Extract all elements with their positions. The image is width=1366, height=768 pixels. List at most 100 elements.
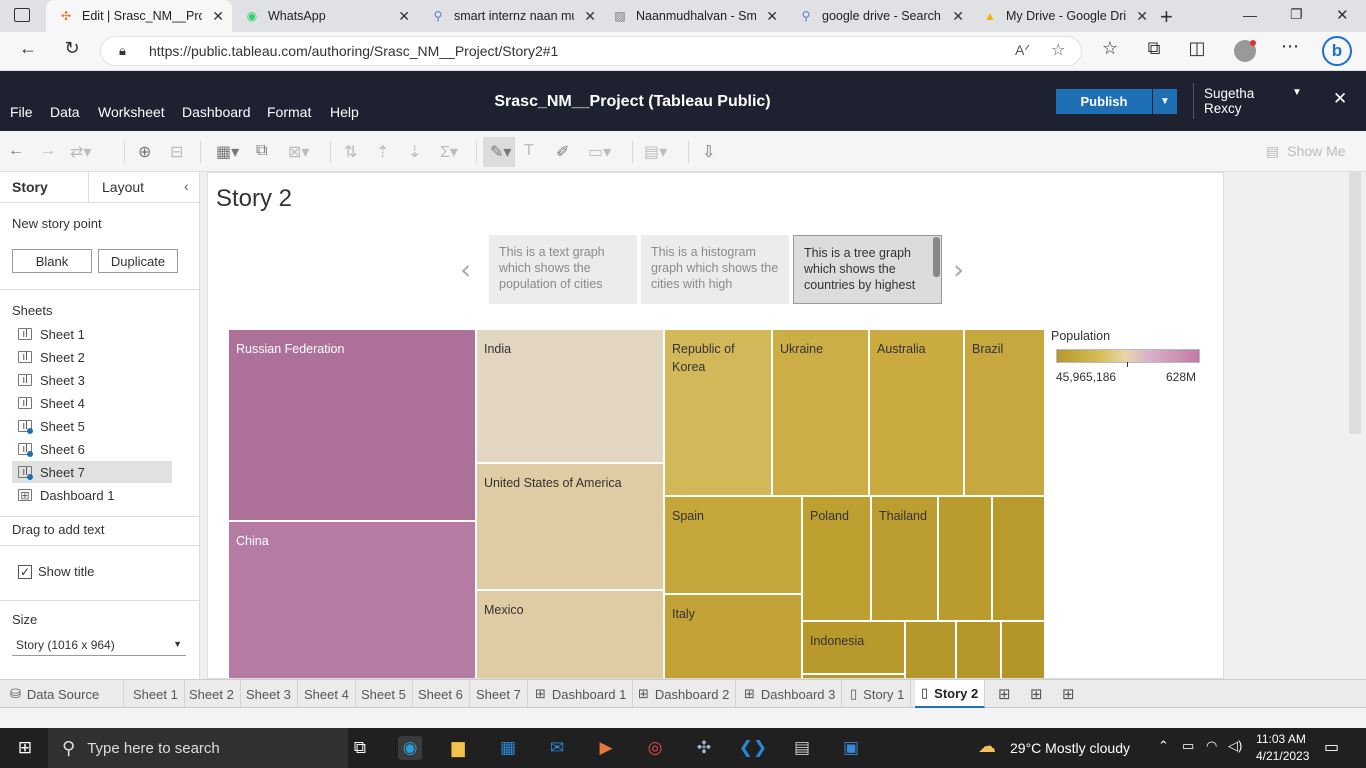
tab-dashboard-2[interactable]: ⊞ Dashboard 2 (632, 680, 737, 708)
user-menu[interactable]: Sugetha Rexcy (1204, 86, 1254, 116)
sheet-item-2[interactable]: ıl Sheet 2 (12, 346, 172, 368)
tab-sheet-2[interactable]: Sheet 2 (183, 680, 241, 708)
blank-button[interactable]: Blank (12, 249, 92, 273)
new-worksheet-icon[interactable]: ▦▾ (216, 142, 239, 162)
read-aloud-icon[interactable]: Aᐟ (1015, 42, 1030, 59)
sheet-item-7[interactable]: ıl Sheet 7 (12, 461, 172, 483)
format-icon[interactable]: ✐ (556, 142, 569, 162)
treemap-cell-australia[interactable]: Australia (869, 329, 964, 496)
battery-icon[interactable]: ▭ (1182, 738, 1194, 754)
treemap-cell-republic-of-korea[interactable]: Republic of Korea (664, 329, 772, 496)
labels-icon[interactable]: T (524, 142, 534, 160)
favorite-add-icon[interactable]: ☆ (1051, 40, 1065, 60)
tab-story-2[interactable]: ▯ Story 2 (915, 680, 986, 708)
bing-icon[interactable]: b (1322, 36, 1352, 66)
replay-icon[interactable]: ⇄▾ (70, 142, 91, 162)
highlight-icon[interactable]: ✎▾ (490, 142, 511, 162)
undo-icon[interactable]: ← (8, 142, 24, 160)
taskbar-search-box[interactable]: ⚲ Type here to search (48, 728, 348, 768)
tableau-app-icon[interactable]: ✣ (692, 736, 716, 760)
photos-icon[interactable]: ▣ (839, 736, 863, 760)
menu-help[interactable]: Help (330, 104, 359, 120)
file-explorer-icon[interactable]: ▆ (446, 736, 470, 760)
color-legend[interactable]: Population 45,965,186 628M (1051, 329, 1211, 384)
tab-sheet-6[interactable]: Sheet 6 (412, 680, 470, 708)
swap-icon[interactable]: ⇅ (344, 142, 357, 162)
store-icon[interactable]: ▦ (496, 736, 520, 760)
sort-ascending-icon[interactable]: ⇡ (376, 142, 389, 162)
treemap-cell[interactable] (992, 496, 1045, 621)
collections-icon[interactable]: ⧉ (1140, 38, 1168, 59)
show-me-button[interactable]: ▤ Show Me (1266, 143, 1346, 160)
treemap-cell-russian-federation[interactable]: Russian Federation (228, 329, 476, 521)
close-tab-icon[interactable]: ✕ (952, 8, 964, 25)
browser-essentials-icon[interactable]: ◫ (1183, 38, 1211, 59)
tab-sheet-7[interactable]: Sheet 7 (470, 680, 528, 708)
duplicate-sheet-icon[interactable]: ⧉ (256, 142, 267, 160)
menu-data[interactable]: Data (50, 104, 80, 120)
browser-tab-naanmudhalvan[interactable]: ▨ Naanmudhalvan - Sma ✕ (600, 0, 786, 32)
tab-sheet-5[interactable]: Sheet 5 (355, 680, 413, 708)
close-tab-icon[interactable]: ✕ (1136, 8, 1148, 25)
edge-icon[interactable]: ◉ (398, 736, 422, 760)
new-data-source-icon[interactable]: ⊕ (138, 142, 151, 162)
browser-tab-search[interactable]: ⚲ smart internz naan mu ✕ (418, 0, 604, 32)
sheet-item-6[interactable]: ıl Sheet 6 (12, 438, 172, 460)
tab-story[interactable]: Story (12, 172, 48, 202)
close-editor-icon[interactable]: ✕ (1333, 89, 1347, 109)
dashboard-item-1[interactable]: ⊞ Dashboard 1 (12, 484, 172, 506)
tab-actions-icon[interactable] (14, 8, 30, 22)
document-icon[interactable]: ▤ (790, 736, 814, 760)
treemap-cell-thailand[interactable]: Thailand (871, 496, 938, 621)
browser-tab-tableau[interactable]: ✣ Edit | Srasc_NM__Proje ✕ (46, 0, 232, 32)
menu-dashboard[interactable]: Dashboard (182, 104, 251, 120)
clock[interactable]: 11:03 AM 4/21/2023 (1256, 731, 1309, 765)
url-field[interactable]: 🔒︎ https://public.tableau.com/authoring/… (100, 36, 1082, 66)
next-story-point-icon[interactable]: › (953, 253, 964, 286)
sheet-item-4[interactable]: ıl Sheet 4 (12, 392, 172, 414)
vscode-icon[interactable]: ❮❯ (739, 736, 768, 760)
close-tab-icon[interactable]: ✕ (212, 8, 224, 25)
sheet-item-5[interactable]: ıl Sheet 5 (12, 415, 172, 437)
download-icon[interactable]: ⇩ (702, 142, 715, 162)
collapse-pane-icon[interactable]: ‹ (184, 178, 189, 194)
publish-button[interactable]: Publish (1056, 89, 1152, 114)
more-options-icon[interactable]: ⋯ (1276, 36, 1304, 57)
windows-start-icon[interactable]: ⊞ (13, 736, 37, 760)
new-dashboard-tab-icon[interactable]: ⊞ (1030, 685, 1043, 703)
story-point-2[interactable]: This is a histogram graph which shows th… (641, 235, 789, 304)
user-dropdown-icon[interactable]: ▼ (1292, 87, 1302, 98)
minimize-icon[interactable]: — (1243, 7, 1257, 23)
previous-story-point-icon[interactable]: ‹ (460, 253, 471, 286)
story-title[interactable]: Story 2 (216, 185, 292, 213)
story-point-3[interactable]: This is a tree graph which shows the cou… (793, 235, 942, 304)
sheet-item-3[interactable]: ıl Sheet 3 (12, 369, 172, 391)
tab-layout[interactable]: Layout (102, 172, 144, 202)
refresh-icon[interactable]: ↻ (58, 38, 86, 59)
close-tab-icon[interactable]: ✕ (766, 8, 778, 25)
treemap-cell[interactable] (905, 621, 956, 678)
back-icon[interactable]: ← (14, 38, 42, 59)
treemap-cell[interactable] (938, 496, 992, 621)
menu-format[interactable]: Format (267, 104, 311, 120)
notifications-icon[interactable]: ▭ (1324, 737, 1339, 757)
pause-updates-icon[interactable]: ⊟ (170, 142, 183, 162)
wifi-icon[interactable]: ◠ (1206, 738, 1217, 754)
totals-icon[interactable]: Σ▾ (440, 142, 458, 162)
publish-dropdown-icon[interactable]: ▼ (1153, 89, 1177, 114)
scrollbar[interactable] (1349, 172, 1361, 434)
mail-icon[interactable]: ✉ (545, 736, 569, 760)
favorites-icon[interactable]: ☆ (1096, 38, 1124, 59)
sort-descending-icon[interactable]: ⇣ (408, 142, 421, 162)
chrome-icon[interactable]: ◎ (643, 736, 667, 760)
browser-tab-whatsapp[interactable]: ◉ WhatsApp ✕ (232, 0, 418, 32)
show-title-checkbox[interactable]: ✓ (18, 565, 32, 579)
volume-icon[interactable]: ◁) (1228, 738, 1242, 754)
story-point-1[interactable]: This is a text graph which shows the pop… (489, 235, 637, 304)
menu-worksheet[interactable]: Worksheet (98, 104, 165, 120)
weather-text[interactable]: 29°C Mostly cloudy (1010, 740, 1130, 756)
close-window-icon[interactable]: ✕ (1336, 6, 1349, 24)
sheet-item-1[interactable]: ıl Sheet 1 (12, 323, 172, 345)
tab-sheet-3[interactable]: Sheet 3 (240, 680, 298, 708)
size-select[interactable]: Story (1016 x 964) ▼ (12, 634, 186, 656)
